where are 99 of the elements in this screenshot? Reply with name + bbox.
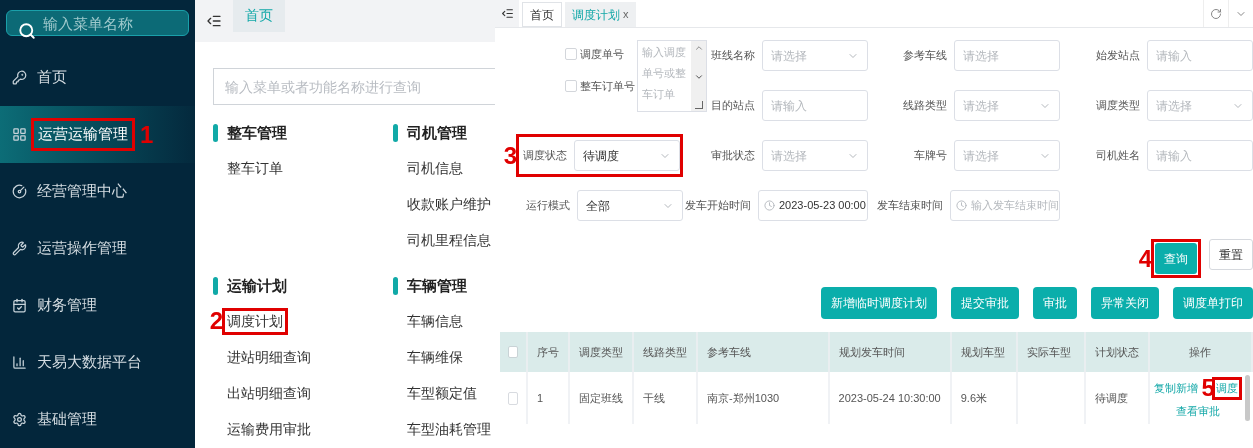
menu-icon[interactable] <box>500 7 514 20</box>
function-search-field[interactable]: 输入菜单或者功能名称进行查询 <box>213 68 495 105</box>
table-cell: 南京-郑州1030 <box>707 391 780 404</box>
table-cell: 固定班线 <box>579 391 623 404</box>
menu-link[interactable]: 车型额定值 <box>407 382 477 404</box>
reset-button[interactable]: 重置 <box>1209 239 1253 270</box>
checkbox[interactable] <box>508 346 518 358</box>
checkbox-label: 整车订单号 <box>580 78 635 94</box>
group-title: 整车管理 <box>227 122 287 143</box>
column-header: 规划车型 <box>950 332 1018 372</box>
resize-handle-icon <box>694 101 703 109</box>
menu-icon[interactable] <box>206 13 222 29</box>
field-label: 调度类型 <box>1096 98 1140 114</box>
key-icon <box>12 70 27 85</box>
select-field[interactable]: 待调度 <box>574 140 680 171</box>
settings-icon <box>12 412 27 427</box>
date-field[interactable]: 2023-05-23 00:00 <box>758 190 868 221</box>
sidebar-item-label: 财务管理 <box>37 295 97 316</box>
sidebar-item[interactable]: 首页 <box>0 49 195 106</box>
sidebar-item[interactable]: 经营管理中心 <box>0 163 195 220</box>
column-header: 序号 <box>527 332 569 372</box>
annotation-number: 1 <box>140 122 154 147</box>
menu-link[interactable]: 收款账户维护 <box>407 193 491 215</box>
sidebar-item-label: 天易大数据平台 <box>37 352 142 373</box>
sidebar-item[interactable]: 财务管理 <box>0 277 195 334</box>
table-cell: 2023-05-24 10:30:00 <box>838 391 941 404</box>
column-header: 调度类型 <box>569 332 633 372</box>
column-header: 实际车型 <box>1017 332 1085 372</box>
group-marker-icon <box>213 277 218 295</box>
group-title: 司机管理 <box>407 122 467 143</box>
scroll-down-icon <box>693 72 704 82</box>
group-marker-icon <box>393 277 398 295</box>
checkbox[interactable] <box>508 391 518 405</box>
field-label: 线路类型 <box>903 98 947 114</box>
sidebar-item-label: 运营操作管理 <box>37 238 127 259</box>
tab[interactable]: 首页 <box>522 2 562 27</box>
annotation-number: 3 <box>503 143 517 168</box>
sidebar-item[interactable]: 天易大数据平台 <box>0 334 195 391</box>
group-marker-icon <box>213 124 218 142</box>
calendar-icon <box>12 298 27 313</box>
field-label: 审批状态 <box>711 148 755 164</box>
menu-link[interactable]: 调度计划 <box>227 310 283 332</box>
field-label: 班线名称 <box>711 48 755 64</box>
sidebar-item-label: 经营管理中心 <box>37 181 127 202</box>
select-field[interactable]: 全部 <box>577 190 683 221</box>
clock-icon <box>764 200 775 211</box>
group-title: 运输计划 <box>227 275 287 296</box>
sidebar-item[interactable]: 运营操作管理 <box>0 220 195 277</box>
table-cell: 干线 <box>643 391 665 404</box>
checkbox[interactable] <box>565 79 577 92</box>
grid-icon <box>12 127 27 142</box>
field-label: 司机姓名 <box>1096 148 1140 164</box>
group-title: 车辆管理 <box>407 275 467 296</box>
field-label: 发车结束时间 <box>877 198 943 214</box>
sidebar-item-label: 基础管理 <box>37 409 97 430</box>
table-cell: 待调度 <box>1094 391 1128 404</box>
wrench-icon <box>12 241 27 256</box>
column-header: 计划状态 <box>1084 332 1149 372</box>
menu-link[interactable]: 车辆信息 <box>407 310 463 332</box>
bar-chart-icon <box>12 355 27 370</box>
field-label: 调度状态 <box>523 148 567 164</box>
search-icon <box>18 22 36 40</box>
table-cell: 9.6米 <box>960 391 988 404</box>
field-label: 参考车线 <box>903 48 947 64</box>
refresh-icon[interactable] <box>1210 7 1222 20</box>
menu-link[interactable]: 司机里程信息 <box>407 229 491 251</box>
table-cell: 1 <box>537 391 544 404</box>
group-marker-icon <box>393 124 398 142</box>
column-header: 操作 <box>1148 332 1252 372</box>
field-label: 始发站点 <box>1096 48 1140 64</box>
menu-link[interactable]: 出站明细查询 <box>227 382 311 404</box>
checkbox-label: 调度单号 <box>580 47 624 62</box>
menu-link[interactable]: 运输费用审批 <box>227 418 311 440</box>
annotation-number: 2 <box>209 309 223 333</box>
menu-search-field[interactable]: 输入菜单名称 <box>6 10 189 36</box>
column-header: 线路类型 <box>633 332 697 372</box>
column-header: 规划发车时间 <box>828 332 951 372</box>
sidebar-item-label: 首页 <box>37 67 67 88</box>
scrollbar[interactable] <box>1245 375 1250 421</box>
clock-icon <box>956 200 967 211</box>
menu-link[interactable]: 车型油耗管理 <box>407 418 491 440</box>
scroll-up-icon <box>693 43 704 53</box>
menu-link[interactable]: 车辆维保 <box>407 346 463 368</box>
checkbox[interactable] <box>565 48 577 61</box>
field-label: 运行模式 <box>526 198 570 214</box>
menu-link[interactable]: 进站明细查询 <box>227 346 311 368</box>
field-label: 目的站点 <box>711 98 755 114</box>
sidebar-item-label: 运营运输管理 <box>38 124 128 145</box>
dial-icon <box>12 184 27 199</box>
tab[interactable]: 调度计划 x <box>565 2 636 27</box>
field-label: 发车开始时间 <box>685 198 751 214</box>
annotation-number: 4 <box>1138 246 1152 271</box>
column-header: 参考车线 <box>697 332 829 372</box>
sidebar-item[interactable]: 运营运输管理 1 <box>0 106 195 163</box>
sidebar-item[interactable]: 基础管理 <box>0 391 195 448</box>
field-label: 车牌号 <box>914 148 947 164</box>
scrollbar[interactable] <box>691 41 706 111</box>
menu-link[interactable]: 整车订单 <box>227 157 283 179</box>
menu-link[interactable]: 司机信息 <box>407 157 463 179</box>
